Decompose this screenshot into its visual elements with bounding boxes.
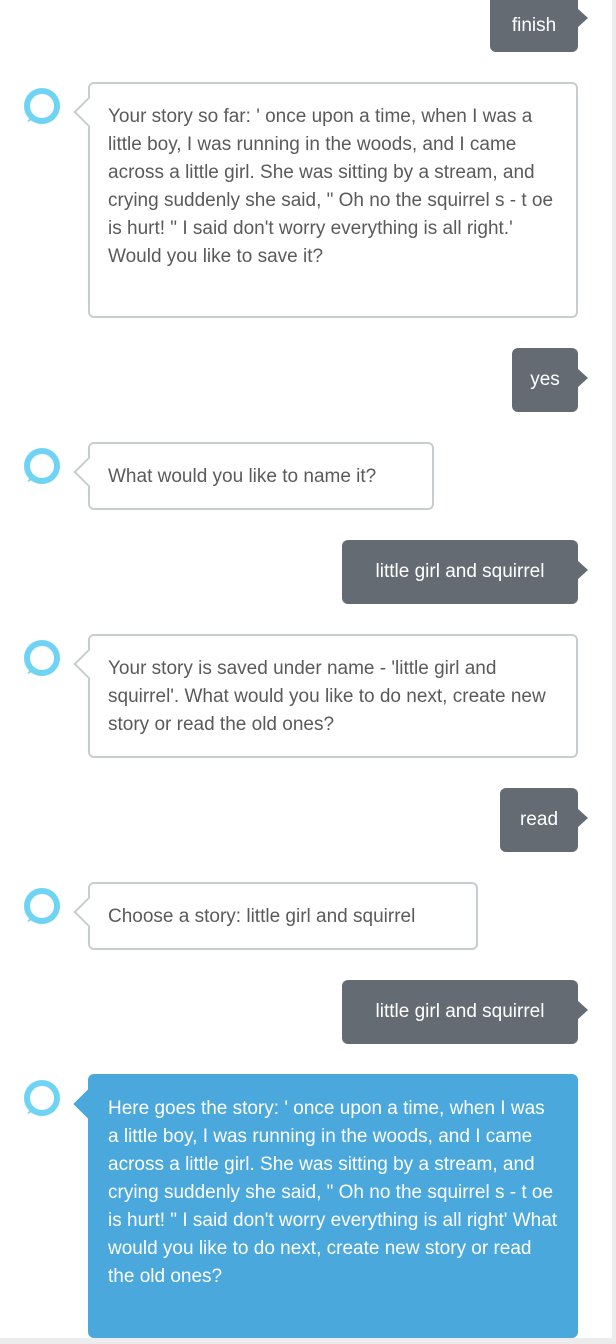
- user-message-bubble: little girl and squirrel: [342, 980, 588, 1044]
- alexa-ring-icon: [24, 888, 60, 924]
- alexa-ring-icon: [24, 1080, 60, 1116]
- bot-message-bubble: What would you like to name it?: [88, 442, 434, 510]
- user-message-bubble: finish: [490, 0, 588, 52]
- bot-message-text: Choose a story: little girl and squirrel: [108, 906, 416, 927]
- bot-message-bubble: Choose a story: little girl and squirrel: [88, 882, 478, 950]
- bot-message-bubble: Here goes the story: ' once upon a time,…: [88, 1074, 578, 1338]
- bot-message-text: What would you like to name it?: [108, 466, 377, 487]
- user-message-bubble: read: [500, 788, 588, 852]
- bot-message-text: Your story is saved under name - 'little…: [108, 658, 546, 735]
- user-message-bubble: little girl and squirrel: [342, 540, 588, 604]
- alexa-ring-icon: [24, 88, 60, 124]
- alexa-ring-icon: [24, 448, 60, 484]
- bot-message-bubble: Your story so far: ' once upon a time, w…: [88, 82, 578, 318]
- user-message-bubble: yes: [512, 348, 588, 412]
- bot-message-bubble: Your story is saved under name - 'little…: [88, 634, 578, 758]
- bot-message-text: Here goes the story: ' once upon a time,…: [108, 1098, 558, 1287]
- bot-message-text: Your story so far: ' once upon a time, w…: [108, 106, 554, 267]
- alexa-ring-icon: [24, 640, 60, 676]
